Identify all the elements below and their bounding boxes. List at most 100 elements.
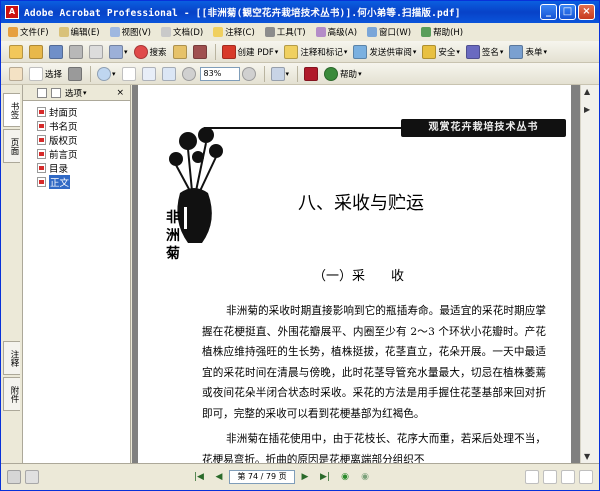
comment-markup-button[interactable]: 注释和标记 ▾ [282, 43, 349, 61]
next-page-button[interactable]: ▶ [298, 470, 312, 484]
panel-toggle-icon[interactable] [25, 470, 39, 484]
sign-button[interactable]: 签名 ▾ [464, 43, 506, 61]
maximize-button[interactable]: □ [559, 4, 576, 20]
vertical-scrollbar[interactable]: ▲ ▶ ▼ [580, 85, 599, 463]
scroll-down-icon[interactable]: ▼ [584, 452, 590, 461]
scroll-collapse-icon[interactable]: ▶ [584, 105, 590, 114]
expand-bookmark-icon[interactable] [51, 87, 61, 98]
help-icon [324, 66, 339, 81]
bookmark-icon [37, 149, 46, 159]
attach-button[interactable]: ▾ [107, 43, 130, 61]
save-icon [49, 44, 63, 59]
page-number-input[interactable]: 第 74 / 79 页 [229, 470, 295, 484]
hand-icon [9, 66, 23, 81]
hand-tool-button[interactable] [7, 65, 25, 83]
send-for-review-button[interactable]: 发送供审阅 ▾ [351, 43, 418, 61]
folder-icon [29, 44, 43, 59]
snapshot-button[interactable] [66, 65, 84, 83]
open-button-2[interactable] [27, 43, 45, 61]
bookmark-item[interactable]: 目录 [37, 161, 130, 175]
menu-window[interactable]: 窗口(W) [362, 24, 416, 40]
yahoo-button[interactable] [302, 65, 320, 83]
options-menu[interactable]: 选项 [65, 87, 82, 99]
menu-tools[interactable]: 工具(T) [260, 24, 311, 40]
create-pdf-button[interactable]: 创建 PDF ▾ [220, 43, 281, 61]
zoom-input[interactable]: 83% [199, 66, 240, 81]
first-page-button[interactable]: |◀ [192, 470, 206, 484]
select-tool-button[interactable]: 选择 [27, 65, 64, 83]
document-view[interactable]: 观赏花卉栽培技术丛书 非 洲 菊 八、采收与贮运 （一）采 收 非洲菊的采收时期… [132, 85, 580, 463]
menu-bar: 文件(F) 编辑(E) 视图(V) 文档(D) 注释(C) 工具(T) 高级(A… [1, 23, 599, 41]
go-back-button[interactable]: ◉ [338, 470, 352, 484]
main-toolbar: ▾ 搜索 创建 PDF ▾ 注释和标记 ▾ 发送供审阅 ▾ 安全 ▾ 签名 ▾ 表单 ▾ [1, 41, 599, 63]
fit-width-button[interactable] [160, 65, 178, 83]
close-panel-icon[interactable]: × [116, 88, 124, 98]
bookmark-item[interactable]: 版权页 [37, 133, 130, 147]
zoom-in-button[interactable] [240, 65, 258, 83]
menu-document[interactable]: 文档(D) [156, 24, 208, 40]
secure-button[interactable]: 安全 ▾ [420, 43, 462, 61]
bookmarks-panel-header: 选项 ▾ × [23, 85, 130, 101]
help-button[interactable]: 帮助 ▾ [322, 65, 364, 83]
bookmarks-panel: 选项 ▾ × 封面页 书名页 版权页 前言页 目录 正文 [23, 85, 131, 463]
forms-button[interactable]: 表单 ▾ [507, 43, 549, 61]
page-layout-buttons [525, 470, 593, 484]
facing-icon[interactable] [561, 470, 575, 484]
title-bar[interactable]: A Adobe Acrobat Professional - [[非洲菊(観空花… [1, 1, 599, 23]
fit-page-button[interactable] [140, 65, 158, 83]
menu-help[interactable]: 帮助(H) [416, 24, 468, 40]
zoom-out-button[interactable] [180, 65, 198, 83]
body-paragraph: 非洲菊在插花使用中，由于花枝长、花序大而重，若采后处理不当，花梗易弯折。折曲的原… [202, 433, 546, 463]
folder-open-icon [9, 44, 23, 59]
open-button[interactable] [7, 43, 25, 61]
menu-comments[interactable]: 注释(C) [208, 24, 260, 40]
pen-icon [465, 44, 480, 59]
status-bar: |◀ ◀ 第 74 / 79 页 ▶ ▶| ◉ ◉ [1, 463, 599, 490]
view-toolbar: 选择 ▾ 83% ▾ 帮助 ▾ [1, 63, 599, 85]
menu-advanced[interactable]: 高级(A) [311, 24, 362, 40]
bookmark-item[interactable]: 书名页 [37, 119, 130, 133]
email-button[interactable] [87, 43, 105, 61]
print-button[interactable] [67, 43, 85, 61]
document-icon [161, 27, 171, 37]
bookmark-list: 封面页 书名页 版权页 前言页 目录 正文 [23, 101, 130, 189]
page-thumb-icon[interactable] [7, 470, 21, 484]
scroll-up-icon[interactable]: ▲ [584, 87, 590, 96]
bookmark-item[interactable]: 封面页 [37, 105, 130, 119]
menu-file[interactable]: 文件(F) [3, 24, 54, 40]
stamp-button[interactable] [191, 43, 209, 61]
continuous-icon[interactable] [543, 470, 557, 484]
comment-icon [213, 27, 224, 37]
tab-attachments[interactable]: 附件 [3, 377, 20, 411]
tab-bookmarks[interactable]: 书签 [3, 93, 20, 127]
new-bookmark-icon[interactable] [37, 87, 47, 98]
rotate-button[interactable]: ▾ [269, 65, 292, 83]
previous-page-button[interactable]: ◀ [212, 470, 226, 484]
go-forward-button[interactable]: ◉ [358, 470, 372, 484]
bookmark-item[interactable]: 前言页 [37, 147, 130, 161]
search-button[interactable]: 搜索 [132, 43, 169, 61]
body-paragraph: 非洲菊的采收时期直接影响到它的瓶插寿命。最适宜的采花时期应掌握在花梗挺直、外围花… [202, 305, 546, 420]
paperclip-icon [109, 44, 123, 59]
forms-icon [509, 44, 524, 59]
zoom-tool-button[interactable]: ▾ [95, 65, 118, 83]
yahoo-icon [304, 66, 319, 81]
pdf-page: 观赏花卉栽培技术丛书 非 洲 菊 八、采收与贮运 （一）采 收 非洲菊的采收时期… [138, 85, 571, 463]
last-page-button[interactable]: ▶| [318, 470, 332, 484]
email-icon [89, 44, 103, 59]
organizer-button[interactable] [171, 43, 189, 61]
camera-icon [68, 66, 83, 81]
close-button[interactable]: × [578, 4, 595, 20]
tab-pages[interactable]: 页面 [3, 129, 20, 163]
save-button[interactable] [47, 43, 65, 61]
actual-size-button[interactable] [120, 65, 138, 83]
continuous-facing-icon[interactable] [579, 470, 593, 484]
single-page-icon[interactable] [525, 470, 539, 484]
menu-view[interactable]: 视图(V) [105, 24, 156, 40]
app-window: A Adobe Acrobat Professional - [[非洲菊(観空花… [0, 0, 600, 491]
tab-comments[interactable]: 注释 [3, 341, 20, 375]
acrobat-icon: A [5, 5, 19, 19]
minimize-button[interactable]: _ [540, 4, 557, 20]
bookmark-item-selected[interactable]: 正文 [37, 175, 130, 189]
menu-edit[interactable]: 编辑(E) [54, 24, 105, 40]
